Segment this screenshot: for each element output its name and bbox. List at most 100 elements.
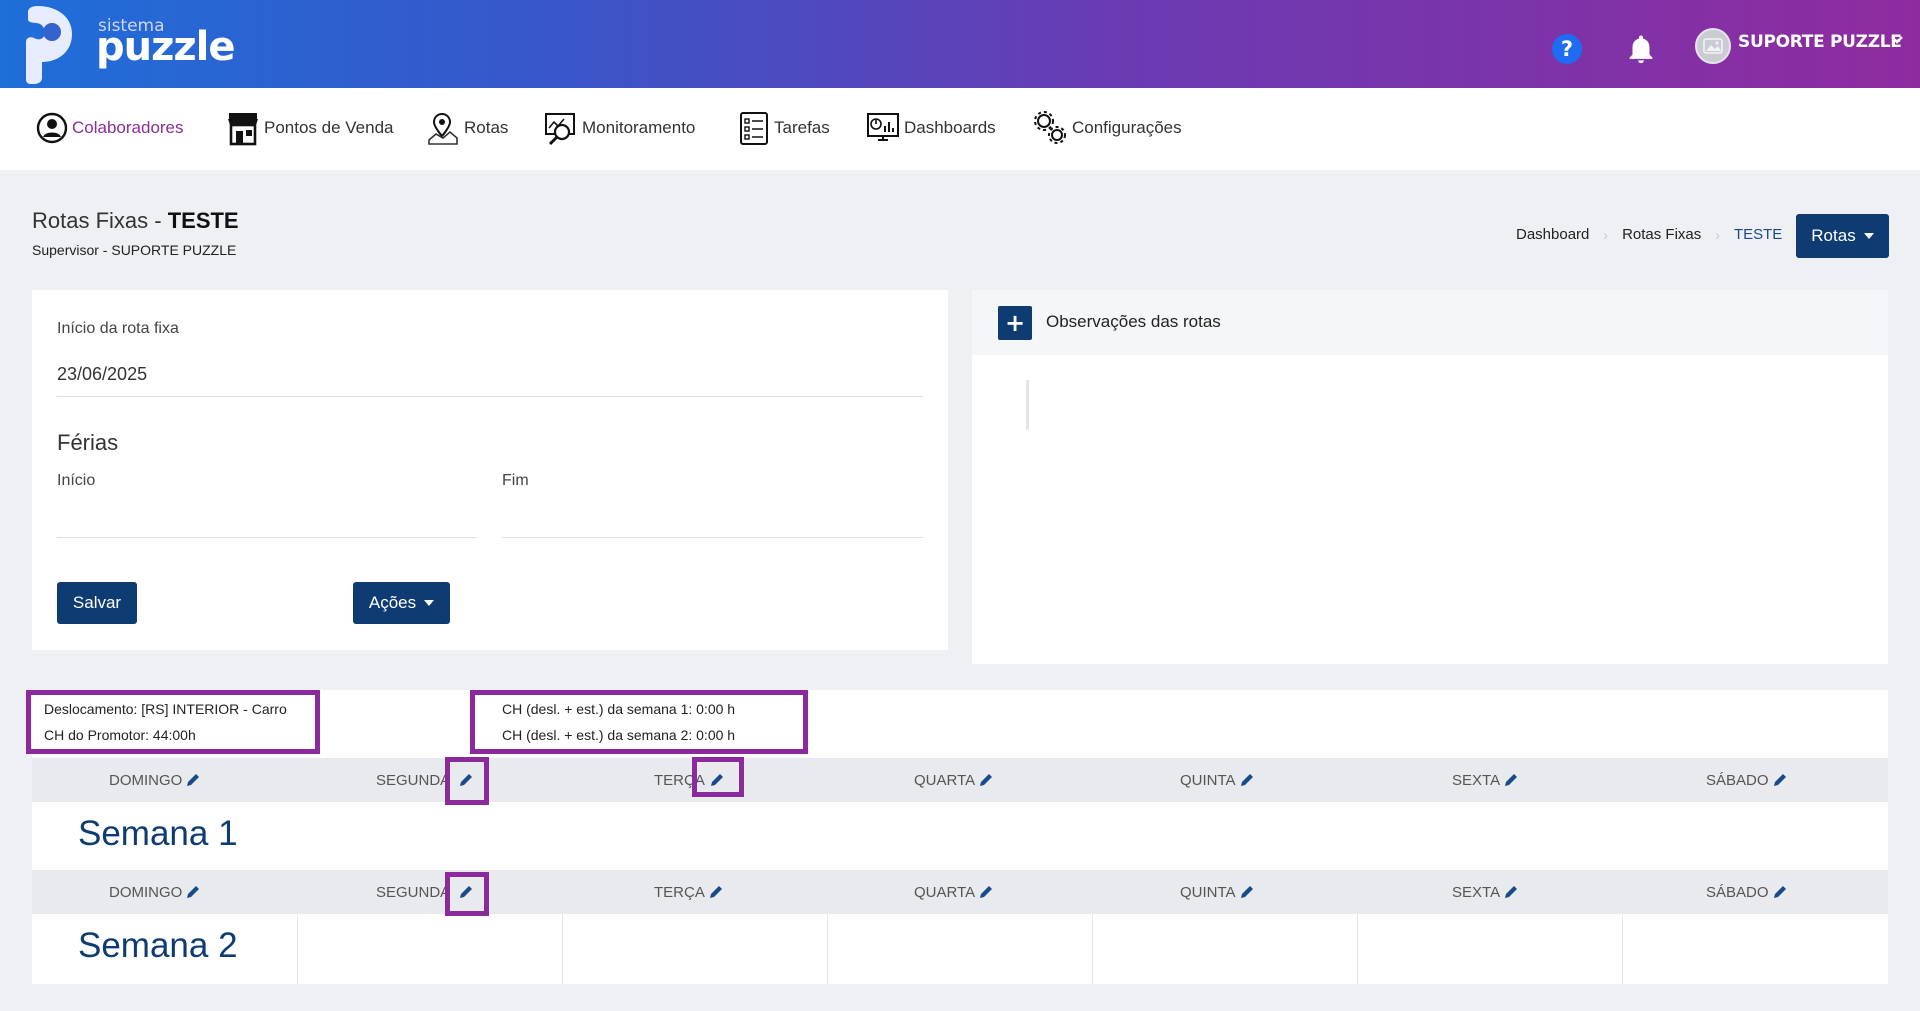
pencil-edit-icon[interactable] [978,772,994,788]
pencil-edit-icon[interactable] [978,884,994,900]
highlight-box-terca-edit [692,757,744,797]
checklist-icon [740,112,768,145]
day-header-segunda: SEGUNDA [376,870,450,914]
week2-cell[interactable] [1092,914,1093,984]
observacoes-card: + Observações das rotas [972,290,1888,664]
ferias-title: Férias [57,430,119,455]
add-observacao-button[interactable]: + [998,306,1032,340]
pencil-edit-icon[interactable] [1239,772,1255,788]
breadcrumb-current: TESTE [1733,226,1783,243]
day-label: QUARTA [914,883,976,901]
day-label: QUINTA [1180,771,1236,789]
week-label: Semana 2 [78,926,238,965]
rotas-button-label: Rotas [1811,226,1856,245]
page-title-prefix: Rotas Fixas - [32,208,168,233]
chevron-down-icon[interactable] [1890,33,1904,51]
day-label: SÁBADO [1706,771,1769,789]
ferias-fim-input[interactable] [502,500,923,538]
day-header-segunda: SEGUNDA [376,758,450,802]
observacoes-text-area[interactable] [1026,380,1029,430]
rotas-dropdown-button[interactable]: Rotas [1796,214,1889,258]
ferias-inicio-input[interactable] [57,500,477,538]
nav-label: Dashboards [904,118,996,137]
day-header-sabado: SÁBADO [1706,758,1788,802]
acoes-button-label: Ações [368,593,417,612]
logo-big-text: puzzle [96,24,236,70]
breadcrumb-separator-icon: › [1715,226,1720,243]
help-icon[interactable]: ? [1552,34,1582,64]
week2-cell[interactable] [562,914,563,984]
observacoes-header: + Observações das rotas [972,290,1888,355]
day-label: SEXTA [1452,883,1501,901]
pencil-edit-icon[interactable] [185,772,201,788]
salvar-button[interactable]: Salvar [57,582,137,624]
day-label: SÁBADO [1706,883,1769,901]
caret-down-icon [424,600,435,606]
day-label: TERÇA [654,883,705,901]
nav-item-monitoramento[interactable]: Monitoramento [544,108,695,148]
week-label: Semana 1 [78,814,238,853]
day-label: SEGUNDA [376,883,451,901]
store-icon [228,113,258,146]
breadcrumb-rotas-fixas[interactable]: Rotas Fixas [1622,226,1701,243]
salvar-button-label: Salvar [72,593,122,612]
top-header: sistema puzzle ? SUPORTE PUZZLE [0,0,1920,88]
pencil-edit-icon[interactable] [1772,772,1788,788]
day-label: QUARTA [914,771,976,789]
ferias-fim-label: Fim [502,472,529,489]
pencil-edit-icon[interactable] [185,884,201,900]
day-label: SEXTA [1452,771,1501,789]
week2-row: Semana 2 [32,914,1888,984]
week1-row: Semana 1 [32,802,1888,870]
nav-label: Rotas [464,118,509,137]
pencil-edit-icon[interactable] [1772,884,1788,900]
nav-item-pontos-de-venda[interactable]: Pontos de Venda [226,108,394,148]
breadcrumb-dashboard[interactable]: Dashboard [1516,226,1589,243]
nav-item-colaboradores[interactable]: Colaboradores [36,108,184,148]
avatar[interactable] [1695,28,1731,64]
day-header-sexta: SEXTA [1452,758,1519,802]
day-header-domingo: DOMINGO [109,758,201,802]
highlight-box-ch-semanas [470,690,808,754]
day-label: SEGUNDA [376,771,451,789]
day-header-terca: TERÇA [654,870,724,914]
dashboard-icon [867,113,899,141]
inicio-rota-input[interactable] [57,358,923,397]
nav-label: Colaboradores [72,118,184,137]
main-nav: Colaboradores Pontos de Venda Rotas Moni… [0,88,1920,170]
page-subtitle: Supervisor - SUPORTE PUZZLE [32,242,237,258]
day-header-quarta: QUARTA [914,758,994,802]
bell-icon[interactable] [1624,32,1658,66]
nav-label: Tarefas [774,118,830,137]
week2-cell[interactable] [1357,914,1358,984]
highlight-box-deslocamento [26,690,320,754]
pencil-edit-icon[interactable] [1503,772,1519,788]
day-header-sexta: SEXTA [1452,870,1519,914]
acoes-dropdown-button[interactable]: Ações [353,582,450,624]
nav-item-dashboards[interactable]: Dashboards [866,108,996,148]
caret-down-icon [1863,233,1874,239]
observacoes-title: Observações das rotas [1046,312,1221,331]
ferias-inicio-label: Início [57,472,96,489]
nav-item-rotas[interactable]: Rotas [426,108,508,148]
breadcrumb: Dashboard › Rotas Fixas › TESTE [1516,226,1782,243]
nav-item-tarefas[interactable]: Tarefas [738,108,830,148]
pencil-edit-icon[interactable] [1239,884,1255,900]
day-label: DOMINGO [109,771,183,789]
nav-label: Pontos de Venda [264,118,394,137]
nav-label: Monitoramento [582,118,696,137]
user-circle-icon [36,112,68,144]
day-label: QUINTA [1180,883,1236,901]
pencil-edit-icon[interactable] [1503,884,1519,900]
day-header-quarta: QUARTA [914,870,994,914]
rota-fixa-form-card: Início da rota fixa 23/06/2025 Férias In… [32,290,948,650]
week2-cell[interactable] [297,914,298,984]
nav-item-configuracoes[interactable]: Configurações [1032,108,1182,148]
highlight-box-segunda-edit-week2 [445,872,489,916]
puzzle-logo[interactable]: sistema puzzle [16,4,246,84]
week1-day-header: DOMINGO SEGUNDA TERÇA QUARTA QUINTA SEXT… [32,758,1888,802]
pencil-edit-icon[interactable] [708,884,724,900]
week2-cell[interactable] [1622,914,1623,984]
user-menu-name[interactable]: SUPORTE PUZZLE [1738,32,1902,52]
week2-cell[interactable] [827,914,828,984]
